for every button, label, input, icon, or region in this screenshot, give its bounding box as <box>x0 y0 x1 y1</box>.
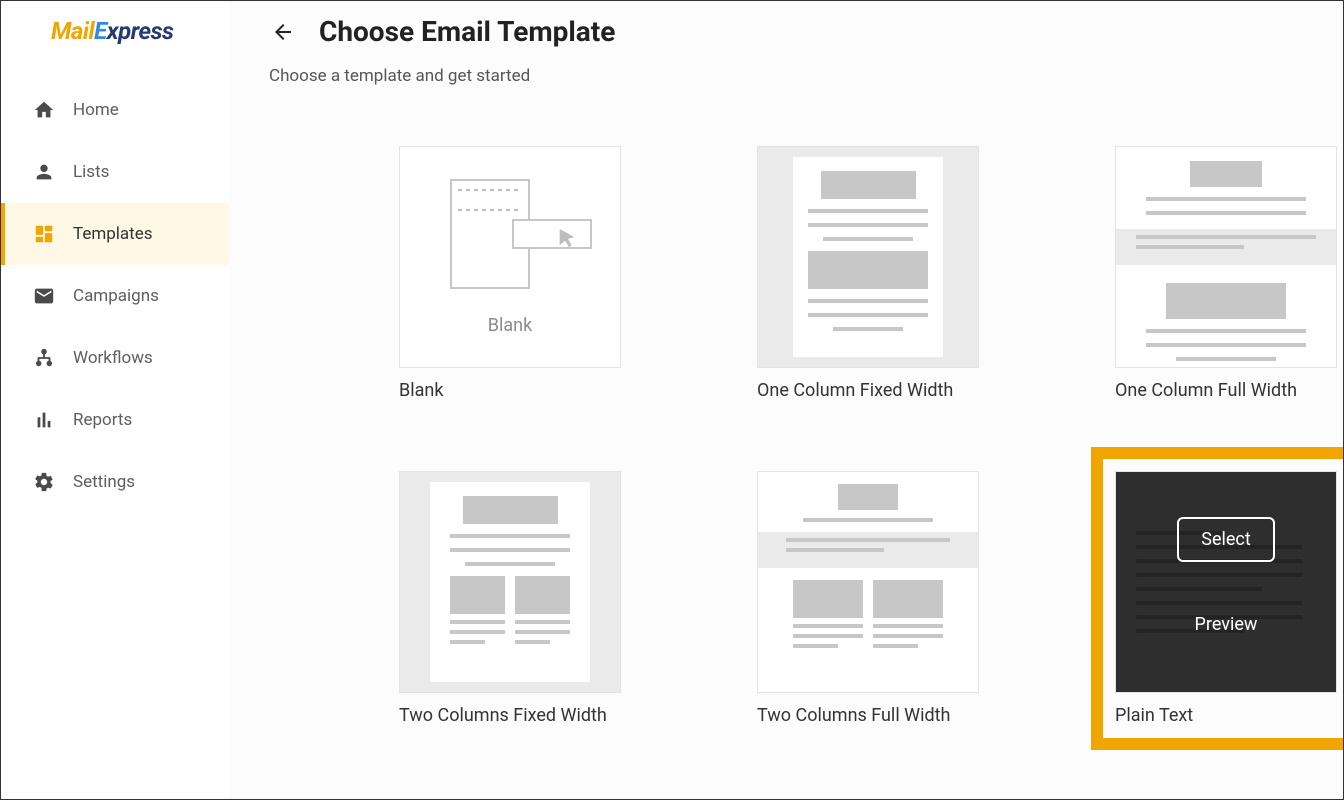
template-card-two-col-full[interactable]: Two Columns Full Width <box>757 471 1047 726</box>
template-thumb <box>1115 146 1337 368</box>
gear-icon <box>33 471 55 493</box>
template-label: Two Columns Fixed Width <box>399 705 689 726</box>
cursor-icon <box>556 227 578 249</box>
page-subtitle: Choose a template and get started <box>269 66 1303 86</box>
sidebar-item-label: Lists <box>73 162 109 182</box>
sidebar-item-campaigns[interactable]: Campaigns <box>1 265 229 327</box>
template-thumb <box>757 471 979 693</box>
sidebar-item-label: Campaigns <box>73 286 159 306</box>
dashboard-icon <box>33 223 55 245</box>
template-grid: Blank Blank <box>399 146 1303 726</box>
preview-button[interactable]: Preview <box>1171 602 1282 647</box>
arrow-left-icon <box>271 20 295 44</box>
template-overlay: Select Preview <box>1116 472 1336 692</box>
sidebar-item-home[interactable]: Home <box>1 79 229 141</box>
template-card-one-col-fixed[interactable]: One Column Fixed Width <box>757 146 1047 401</box>
chart-icon <box>33 409 55 431</box>
nav: Home Lists Templates Campaigns Workflows… <box>1 79 229 513</box>
logo-part2: E <box>94 17 107 45</box>
sidebar-item-workflows[interactable]: Workflows <box>1 327 229 389</box>
sidebar-item-label: Reports <box>73 410 132 430</box>
page-title: Choose Email Template <box>319 15 615 48</box>
template-label: Two Columns Full Width <box>757 705 1047 726</box>
template-card-plain-text[interactable]: Select Preview Plain Text <box>1101 457 1343 740</box>
template-label: One Column Fixed Width <box>757 380 1047 401</box>
logo-part1: Mail <box>51 17 94 45</box>
sidebar-item-templates[interactable]: Templates <box>1 203 229 265</box>
sidebar-item-reports[interactable]: Reports <box>1 389 229 451</box>
template-card-one-col-full[interactable]: One Column Full Width <box>1115 146 1343 401</box>
logo: MailExpress <box>1 11 229 69</box>
sidebar-item-label: Workflows <box>73 348 153 368</box>
mail-icon <box>33 285 55 307</box>
sidebar-item-label: Home <box>73 100 119 120</box>
page-header: Choose Email Template <box>269 15 1303 48</box>
sidebar-item-settings[interactable]: Settings <box>1 451 229 513</box>
back-button[interactable] <box>269 18 297 46</box>
template-card-two-col-fixed[interactable]: Two Columns Fixed Width <box>399 471 689 726</box>
template-thumb: Select Preview <box>1115 471 1337 693</box>
template-thumb <box>399 471 621 693</box>
template-thumb <box>757 146 979 368</box>
template-card-blank[interactable]: Blank Blank <box>399 146 689 401</box>
home-icon <box>33 99 55 121</box>
person-icon <box>33 161 55 183</box>
sidebar: MailExpress Home Lists Templates Campaig… <box>1 1 229 799</box>
main-content: Choose Email Template Choose a template … <box>229 1 1343 799</box>
sidebar-item-lists[interactable]: Lists <box>1 141 229 203</box>
select-button[interactable]: Select <box>1177 517 1274 562</box>
template-label: One Column Full Width <box>1115 380 1343 401</box>
sidebar-item-label: Settings <box>73 472 135 492</box>
workflow-icon <box>33 347 55 369</box>
thumb-caption: Blank <box>488 315 532 336</box>
sidebar-item-label: Templates <box>73 224 153 244</box>
template-label: Plain Text <box>1115 705 1343 726</box>
logo-part3: xpress <box>107 17 174 45</box>
template-label: Blank <box>399 380 689 401</box>
template-thumb: Blank <box>399 146 621 368</box>
